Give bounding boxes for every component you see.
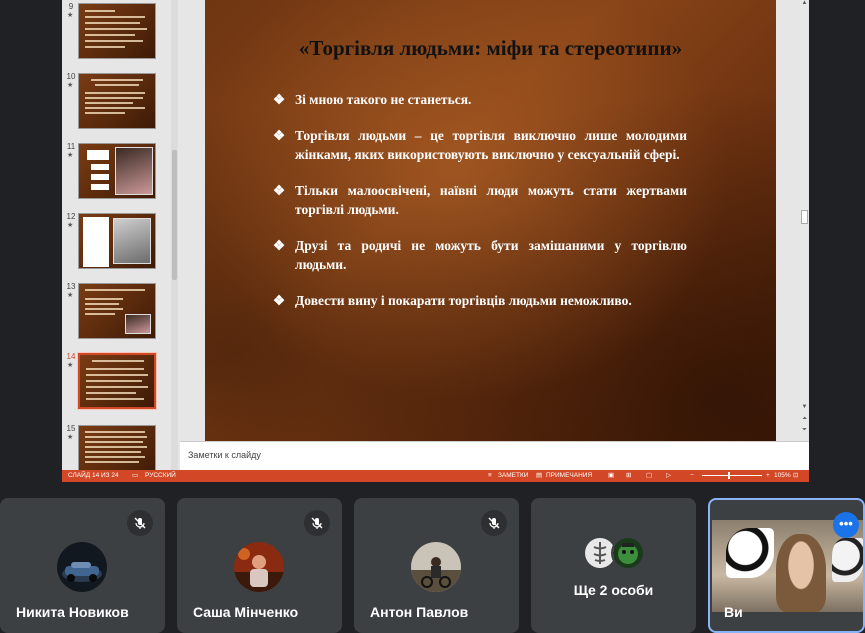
diamond-bullet-icon: ❖ bbox=[273, 183, 286, 198]
self-tile[interactable]: ••• Ви bbox=[708, 498, 865, 633]
thumbnail-number: 15 bbox=[66, 424, 76, 433]
thumbnail-preview bbox=[78, 3, 156, 59]
scroll-up-icon[interactable]: ▲ bbox=[800, 0, 809, 6]
zoom-level[interactable]: 105% bbox=[774, 470, 791, 482]
bullet-text: Довести вину і покарати торгівців людьми… bbox=[295, 293, 632, 308]
scrollbar-thumb[interactable] bbox=[172, 150, 177, 280]
thumbnail-slide-10[interactable]: 10 ★ bbox=[62, 72, 172, 132]
zoom-slider[interactable] bbox=[702, 475, 762, 476]
butterfly-decor bbox=[832, 538, 863, 582]
notes-placeholder: Заметки к слайду bbox=[188, 450, 261, 460]
zoom-out-button[interactable]: − bbox=[690, 470, 694, 482]
bullet-text: Торгівля людьми – це торгівля виключно л… bbox=[295, 128, 687, 162]
diamond-bullet-icon: ❖ bbox=[273, 293, 286, 308]
slide-thumbnail-pane[interactable]: 9 ★ 10 ★ 11 ★ 12 ★ 13 ★ 14 ★ 15 ★ bbox=[62, 0, 180, 481]
fit-to-window-icon[interactable]: ⊡ bbox=[793, 470, 798, 482]
normal-view-icon[interactable]: ▣ bbox=[608, 470, 614, 482]
participant-tile[interactable]: Никита Новиков bbox=[0, 498, 165, 633]
thumbnail-number: 10 bbox=[66, 72, 76, 81]
notes-button[interactable]: ЗАМЕТКИ bbox=[498, 470, 528, 482]
thumbnail-slide-12[interactable]: 12 ★ bbox=[62, 212, 172, 272]
thumbnail-number: 11 bbox=[66, 142, 76, 151]
more-options-icon[interactable]: ••• bbox=[833, 512, 859, 538]
mic-off-icon bbox=[481, 510, 507, 536]
thumbnail-preview bbox=[78, 143, 156, 199]
thumbnail-number: 13 bbox=[66, 282, 76, 291]
avatar bbox=[234, 542, 284, 592]
more-participants-label: Ще 2 особи bbox=[573, 582, 654, 598]
slide-sorter-icon[interactable]: ⊞ bbox=[626, 470, 631, 482]
diamond-bullet-icon: ❖ bbox=[273, 128, 286, 143]
thumbnail-number: 9 bbox=[68, 2, 74, 11]
zoom-in-button[interactable]: + bbox=[766, 470, 770, 482]
diamond-bullet-icon: ❖ bbox=[273, 238, 286, 253]
bullet-item: ❖ Зі мною такого не станеться. bbox=[273, 90, 687, 109]
notes-pane[interactable]: Заметки к слайду bbox=[180, 441, 809, 470]
self-face bbox=[776, 534, 826, 612]
shared-screen: 9 ★ 10 ★ 11 ★ 12 ★ 13 ★ 14 ★ 15 ★ «Торгі… bbox=[62, 0, 809, 482]
prev-slide-icon[interactable]: ⏶ bbox=[800, 416, 809, 423]
mic-off-icon bbox=[127, 510, 153, 536]
slide-counter: СЛАЙД 14 ИЗ 24 bbox=[68, 472, 119, 479]
avatar bbox=[611, 536, 645, 570]
thumbnail-slide-9[interactable]: 9 ★ bbox=[62, 2, 172, 62]
transition-star-icon: ★ bbox=[67, 362, 74, 369]
butterfly-decor bbox=[726, 528, 774, 578]
editor-scrollbar[interactable]: ▲ ▼ ⏶ ⏷ bbox=[800, 0, 809, 440]
bullet-item: ❖ Торгівля людьми – це торгівля виключно… bbox=[273, 126, 687, 164]
transition-star-icon: ★ bbox=[67, 152, 74, 159]
transition-star-icon: ★ bbox=[67, 82, 74, 89]
notes-icon: ≡ bbox=[488, 472, 492, 479]
participant-name: Саша Мінченко bbox=[193, 604, 299, 620]
language-indicator[interactable]: РУССКИЙ bbox=[145, 470, 176, 482]
slide-title: «Торгівля людьми: міфи та стереотипи» bbox=[298, 36, 683, 60]
thumbnail-preview bbox=[78, 73, 156, 129]
bullet-item: ❖ Друзі та родичі не можуть бути замішан… bbox=[273, 236, 687, 274]
thumbnail-slide-11[interactable]: 11 ★ bbox=[62, 142, 172, 202]
slide-editor: «Торгівля людьми: міфи та стереотипи» ❖ … bbox=[180, 0, 809, 470]
participant-tile[interactable]: Саша Мінченко bbox=[177, 498, 342, 633]
avatar bbox=[57, 542, 107, 592]
more-participants-tile[interactable]: Ще 2 особи bbox=[531, 498, 696, 633]
thumbnail-number: 14 bbox=[66, 352, 76, 361]
bullet-text: Тільки малоосвічені, наївні люди можуть … bbox=[295, 183, 687, 217]
slideshow-icon[interactable]: ▷ bbox=[666, 470, 671, 482]
diamond-bullet-icon: ❖ bbox=[273, 92, 286, 107]
thumbnail-slide-14[interactable]: 14 ★ bbox=[62, 352, 172, 412]
scroll-down-icon[interactable]: ▼ bbox=[800, 404, 809, 410]
status-bar: СЛАЙД 14 ИЗ 24 ▭ РУССКИЙ ≡ ЗАМЕТКИ ▤ ПРИ… bbox=[62, 470, 809, 482]
bullet-item: ❖ Довести вину і покарати торгівців людь… bbox=[273, 291, 687, 310]
participant-name: Никита Новиков bbox=[16, 604, 129, 620]
transition-star-icon: ★ bbox=[67, 292, 74, 299]
transition-star-icon: ★ bbox=[67, 434, 74, 441]
thumbnail-slide-13[interactable]: 13 ★ bbox=[62, 282, 172, 342]
participant-name: Антон Павлов bbox=[370, 604, 469, 620]
thumbnail-preview bbox=[77, 352, 157, 410]
thumbnail-preview bbox=[78, 283, 156, 339]
bullet-item: ❖ Тільки малоосвічені, наївні люди можут… bbox=[273, 181, 687, 219]
bullet-text: Зі мною такого не станеться. bbox=[295, 92, 472, 107]
spellcheck-icon[interactable]: ▭ bbox=[132, 470, 138, 482]
bullet-list: ❖ Зі мною такого не станеться. ❖ Торгівл… bbox=[273, 90, 687, 327]
mic-off-icon bbox=[304, 510, 330, 536]
zoom-slider-handle[interactable] bbox=[728, 472, 730, 479]
self-name: Ви bbox=[724, 604, 743, 620]
comments-button[interactable]: ПРИМЕЧАНИЯ bbox=[546, 470, 592, 482]
participant-tile[interactable]: Антон Павлов bbox=[354, 498, 519, 633]
participant-avatars bbox=[583, 536, 653, 570]
transition-star-icon: ★ bbox=[67, 222, 74, 229]
scrollbar-thumb[interactable] bbox=[801, 210, 808, 224]
thumbnail-number: 12 bbox=[66, 212, 76, 221]
transition-star-icon: ★ bbox=[67, 12, 74, 19]
bullet-text: Друзі та родичі не можуть бути замішаним… bbox=[295, 238, 687, 272]
thumbnail-scrollbar[interactable] bbox=[171, 0, 178, 470]
comments-icon: ▤ bbox=[536, 472, 543, 479]
current-slide[interactable]: «Торгівля людьми: міфи та стереотипи» ❖ … bbox=[205, 0, 776, 441]
next-slide-icon[interactable]: ⏷ bbox=[800, 427, 809, 434]
meet-window: 9 ★ 10 ★ 11 ★ 12 ★ 13 ★ 14 ★ 15 ★ «Торгі… bbox=[0, 0, 865, 633]
avatar bbox=[411, 542, 461, 592]
reading-view-icon[interactable]: ▢ bbox=[646, 470, 652, 482]
thumbnail-preview bbox=[78, 213, 156, 269]
